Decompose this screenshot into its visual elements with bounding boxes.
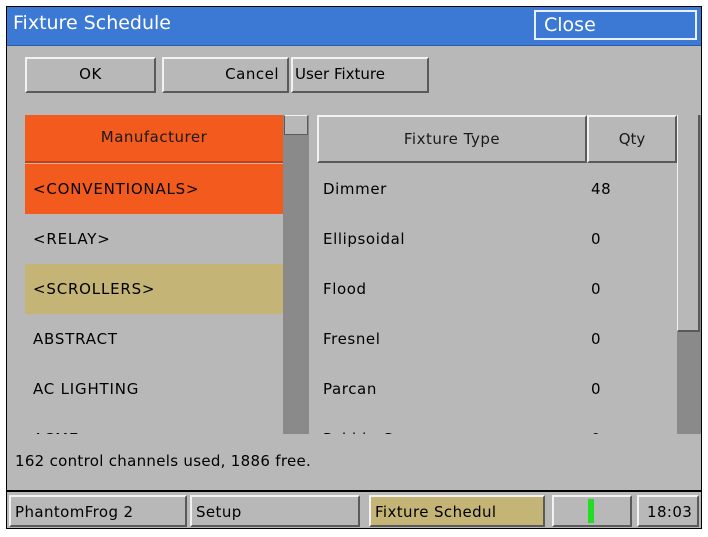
manufacturer-item[interactable]: AC LIGHTING <box>25 364 283 414</box>
fixture-scrollbar[interactable] <box>677 115 701 434</box>
fixture-type: Pebble Convex <box>323 414 442 434</box>
manufacturer-item[interactable]: <SCROLLERS> <box>25 264 283 314</box>
taskbar-fixture-schedule-button[interactable]: Fixture Schedul <box>369 495 545 527</box>
fixture-schedule-window: Fixture Schedule Close OK Cancel User Fi… <box>6 6 702 529</box>
fixture-type: Fresnel <box>323 330 381 348</box>
close-button[interactable]: Close <box>534 10 697 40</box>
taskbar-setup-button[interactable]: Setup <box>190 495 360 527</box>
fixture-row[interactable]: Fresnel 0 <box>317 314 677 364</box>
channel-usage-status: 162 control channels used, 1886 free. <box>15 452 312 470</box>
manufacturer-item[interactable]: <CONVENTIONALS> <box>25 164 283 214</box>
fixture-qty[interactable]: 0 <box>591 414 601 434</box>
manufacturer-item[interactable]: <RELAY> <box>25 214 283 264</box>
taskbar-show-button[interactable]: PhantomFrog 2 <box>9 495 187 527</box>
fixture-qty[interactable]: 0 <box>591 364 601 414</box>
cancel-button[interactable]: Cancel <box>162 57 289 93</box>
fixture-type: Parcan <box>323 380 377 398</box>
fixture-qty[interactable]: 0 <box>591 314 601 364</box>
fixture-type: Dimmer <box>323 180 387 198</box>
manufacturer-item[interactable]: ABSTRACT <box>25 314 283 364</box>
fixture-qty[interactable]: 0 <box>591 214 601 264</box>
user-fixture-button[interactable]: User Fixture <box>291 57 429 93</box>
qty-header[interactable]: Qty <box>587 115 677 163</box>
manufacturer-scrollbar-thumb[interactable] <box>284 115 308 135</box>
fixture-list: Dimmer 48 Ellipsoidal 0 Flood 0 Fresnel … <box>317 164 677 434</box>
manufacturer-scrollbar[interactable] <box>283 115 309 434</box>
fixture-type: Ellipsoidal <box>323 230 406 248</box>
fixture-qty[interactable]: 48 <box>591 164 611 214</box>
title-bar: Fixture Schedule Close <box>7 7 701 46</box>
fixture-scrollbar-thumb[interactable] <box>677 115 700 332</box>
clock: 18:03 <box>637 495 699 527</box>
taskbar: PhantomFrog 2 Setup Fixture Schedul 18:0… <box>7 490 701 528</box>
fixture-row[interactable]: Parcan 0 <box>317 364 677 414</box>
activity-indicator <box>552 495 632 527</box>
fixture-qty[interactable]: 0 <box>591 264 601 314</box>
fixture-row[interactable]: Flood 0 <box>317 264 677 314</box>
ok-button[interactable]: OK <box>25 57 156 93</box>
fixture-row[interactable]: Pebble Convex 0 <box>317 414 677 434</box>
window-title: Fixture Schedule <box>13 12 171 34</box>
fixture-row[interactable]: Dimmer 48 <box>317 164 677 214</box>
fixture-type: Flood <box>323 280 367 298</box>
manufacturer-item[interactable]: ACME <box>25 414 283 434</box>
activity-indicator-icon <box>588 499 594 523</box>
fixture-type-header[interactable]: Fixture Type <box>317 115 587 163</box>
fixture-row[interactable]: Ellipsoidal 0 <box>317 214 677 264</box>
manufacturer-list: <CONVENTIONALS> <RELAY> <SCROLLERS> ABST… <box>25 164 283 434</box>
manufacturer-header[interactable]: Manufacturer <box>25 115 283 163</box>
